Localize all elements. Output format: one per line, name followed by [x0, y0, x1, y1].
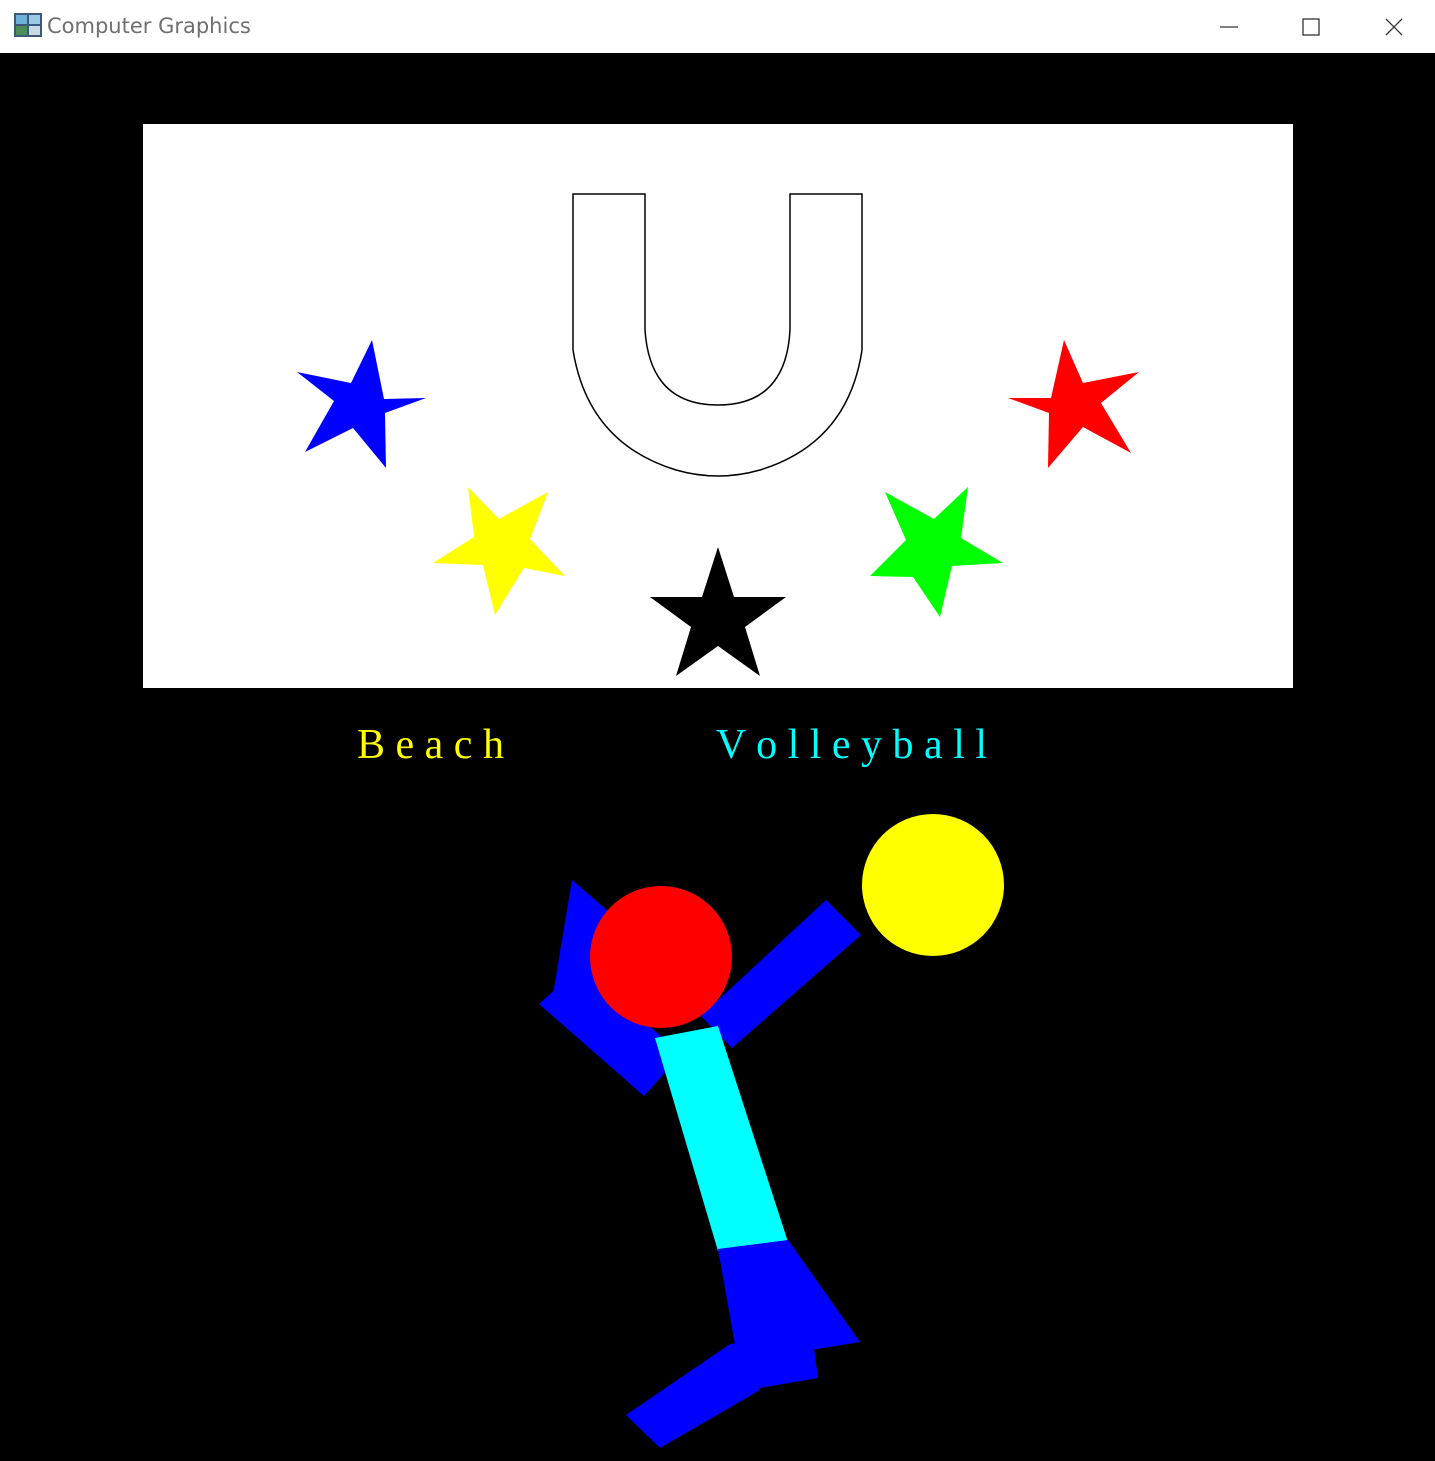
close-icon — [1385, 18, 1403, 35]
graphics-canvas: B e a c h V o l l e y b a l l — [0, 53, 1435, 1461]
title-bar[interactable]: Computer Graphics — [0, 0, 1435, 53]
app-window: Computer Graphics B e a c h V o l l e y … — [0, 0, 1435, 1461]
player-head — [590, 886, 732, 1028]
app-icon — [14, 13, 42, 37]
maximize-button[interactable] — [1270, 0, 1352, 53]
close-button[interactable] — [1353, 0, 1435, 53]
minimize-button[interactable] — [1188, 0, 1270, 53]
volleyball — [862, 814, 1004, 956]
caption-word-volleyball: V o l l e y b a l l — [716, 722, 987, 768]
maximize-icon — [1302, 17, 1320, 36]
minimize-icon — [1220, 25, 1238, 28]
caption-word-beach: B e a c h — [357, 722, 504, 768]
window-title: Computer Graphics — [47, 14, 251, 38]
